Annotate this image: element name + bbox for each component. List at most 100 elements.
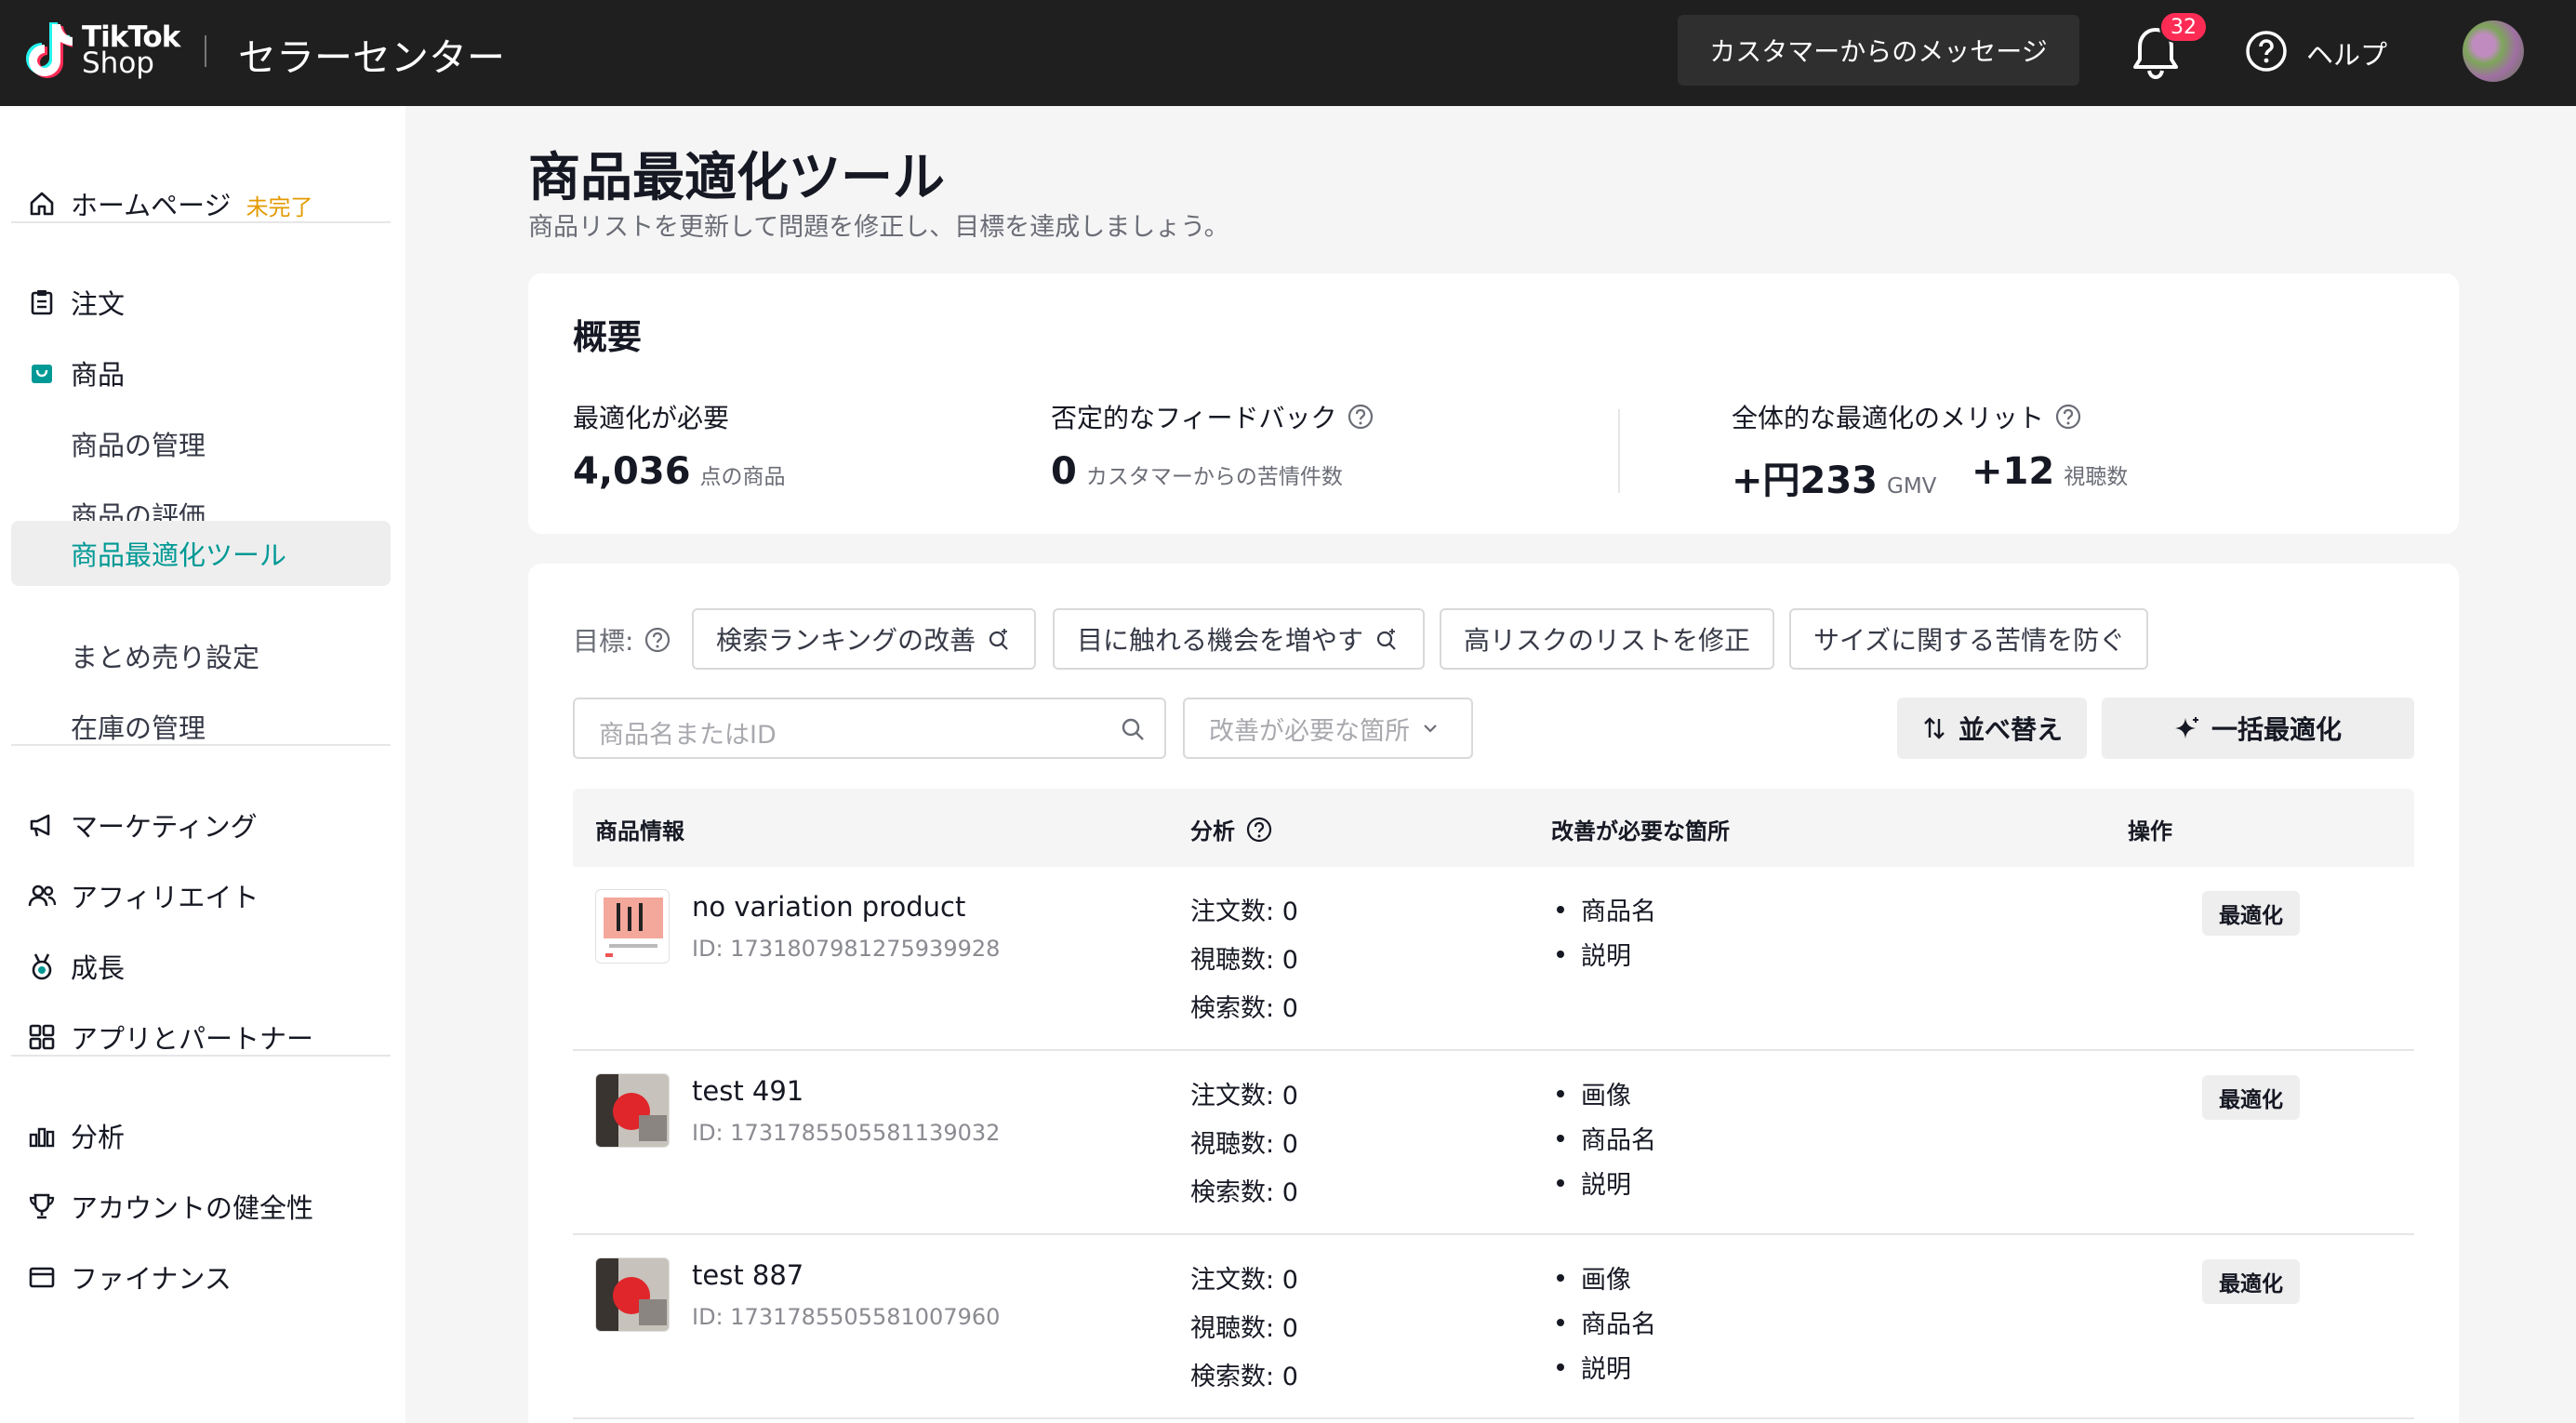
clipboard-icon bbox=[31, 290, 53, 315]
product-name[interactable]: no variation product bbox=[692, 891, 965, 923]
product-thumbnail[interactable] bbox=[595, 1257, 670, 1332]
sidebar-item-label: まとめ売り設定 bbox=[71, 642, 260, 673]
product-name[interactable]: test 887 bbox=[692, 1259, 803, 1291]
bulk-optimize-button[interactable]: 一括最適化 bbox=[2102, 698, 2414, 759]
home-icon bbox=[30, 192, 54, 216]
question-icon[interactable] bbox=[1348, 404, 1374, 430]
sidebar-item-home[interactable]: ホームページ 未完了 bbox=[11, 171, 391, 236]
sidebar-item-orders[interactable]: 注文 bbox=[11, 270, 391, 335]
people-icon bbox=[28, 884, 56, 907]
overview-divider bbox=[1618, 409, 1620, 493]
sidebar-item-account-health[interactable]: アカウントの健全性 bbox=[11, 1174, 391, 1239]
sidebar-item-analytics[interactable]: 分析 bbox=[11, 1103, 391, 1168]
customer-messages-button[interactable]: カスタマーからのメッセージ bbox=[1678, 15, 2079, 86]
views-benefit-metric: +12 視聴数 bbox=[1972, 450, 2128, 493]
product-thumbnail[interactable] bbox=[595, 889, 670, 964]
issue-item: 説明 bbox=[1557, 1164, 1631, 1201]
header-divider bbox=[205, 35, 206, 67]
sparkle-icon bbox=[2174, 717, 2198, 738]
orders-stat: 注文数: 0 bbox=[1190, 1082, 1298, 1110]
negative-feedback-metric: 0 カスタマーからの苦情件数 bbox=[1051, 450, 1343, 493]
orders-stat: 注文数: 0 bbox=[1190, 1266, 1298, 1295]
sidebar-item-finance[interactable]: ファイナンス bbox=[11, 1244, 391, 1310]
sparkle-search-icon bbox=[989, 629, 1008, 650]
issue-item: 画像 bbox=[1557, 1075, 1631, 1111]
issue-item: 商品名 bbox=[1557, 1120, 1656, 1156]
goal-chip-search-ranking[interactable]: 検索ランキングの改善 bbox=[692, 608, 1036, 670]
column-header-actions: 操作 bbox=[2128, 818, 2172, 844]
negative-feedback-label: 否定的なフィードバック bbox=[1051, 398, 1374, 435]
sidebar-item-label: 商品最適化ツール bbox=[71, 539, 287, 571]
searches-stat: 検索数: 0 bbox=[1190, 1363, 1298, 1391]
overall-benefit-label: 全体的な最適化のメリット bbox=[1732, 398, 2081, 435]
metric-value: 4,036 bbox=[573, 450, 691, 493]
sidebar-item-label: 成長 bbox=[71, 952, 126, 984]
sidebar-item-product-optimizer[interactable]: 商品最適化ツール bbox=[11, 521, 391, 586]
sidebar-item-apps-partners[interactable]: アプリとパートナー bbox=[11, 1004, 391, 1070]
overview-card: 概要 最適化が必要 4,036 点の商品 否定的なフィードバック 0 カスタマー… bbox=[528, 273, 2459, 534]
shopping-bag-icon bbox=[32, 365, 52, 383]
sidebar-item-label: ホームページ bbox=[71, 190, 232, 221]
sidebar-item-inventory[interactable]: 在庫の管理 bbox=[11, 694, 391, 759]
views-stat: 視聴数: 0 bbox=[1190, 946, 1298, 975]
sort-icon bbox=[1924, 717, 1945, 739]
tiktok-note-icon bbox=[26, 22, 73, 78]
sidebar-item-marketing[interactable]: マーケティング bbox=[11, 792, 391, 858]
searches-stat: 検索数: 0 bbox=[1190, 994, 1298, 1023]
help-link[interactable]: ヘルプ bbox=[2306, 33, 2387, 73]
sort-button[interactable]: 並べ替え bbox=[1897, 698, 2087, 759]
metric-value: 0 bbox=[1051, 450, 1077, 493]
page-subtitle: 商品リストを更新して問題を修正し、目標を達成しましょう。 bbox=[528, 213, 1229, 242]
goal-chip-high-risk[interactable]: 高リスクのリストを修正 bbox=[1440, 608, 1774, 670]
sidebar-item-affiliate[interactable]: アフィリエイト bbox=[11, 863, 391, 928]
question-icon[interactable] bbox=[644, 627, 671, 653]
views-stat: 視聴数: 0 bbox=[1190, 1130, 1298, 1159]
user-avatar[interactable] bbox=[2463, 20, 2524, 82]
sidebar-item-bundle-settings[interactable]: まとめ売り設定 bbox=[11, 623, 391, 688]
needs-optimization-label: 最適化が必要 bbox=[573, 403, 730, 433]
tiktok-shop-logo[interactable]: TikTok Shop bbox=[24, 19, 180, 82]
sidebar-item-label: アプリとパートナー bbox=[71, 1023, 314, 1055]
goal-chip-size-complaints[interactable]: サイズに関する苦情を防ぐ bbox=[1789, 608, 2148, 670]
gmv-benefit-metric: +円233 GMV bbox=[1732, 450, 1936, 504]
metric-unit: カスタマーからの苦情件数 bbox=[1085, 465, 1343, 489]
metric-unit: GMV bbox=[1887, 474, 1937, 499]
question-icon[interactable] bbox=[1246, 817, 1272, 843]
product-search-input[interactable]: 商品名またはID bbox=[573, 698, 1166, 759]
search-placeholder: 商品名またはID bbox=[599, 721, 777, 750]
product-id: ID: 1731785505581139032 bbox=[692, 1120, 1001, 1146]
sidebar-item-label: 商品の管理 bbox=[71, 430, 206, 461]
issue-filter-dropdown[interactable]: 改善が必要な箇所 bbox=[1183, 698, 1473, 759]
sidebar-item-products[interactable]: 商品 bbox=[11, 340, 391, 406]
help-circle-icon[interactable] bbox=[2245, 30, 2288, 73]
product-list-card: 目標: 検索ランキングの改善 目に触れる機会を増やす 高リスクのリストを修正 サ… bbox=[528, 564, 2459, 1423]
needs-optimization-metric: 4,036 点の商品 bbox=[573, 450, 786, 493]
search-icon[interactable] bbox=[1120, 716, 1146, 742]
question-icon[interactable] bbox=[2055, 404, 2081, 430]
apps-icon bbox=[29, 1024, 55, 1050]
metric-unit: 点の商品 bbox=[699, 465, 786, 489]
sidebar-divider bbox=[11, 744, 391, 746]
issue-item: 画像 bbox=[1557, 1259, 1631, 1296]
optimize-button[interactable]: 最適化 bbox=[2202, 891, 2300, 936]
notification-badge: 32 bbox=[2159, 11, 2208, 43]
issue-item: 説明 bbox=[1557, 936, 1631, 972]
sidebar-divider bbox=[11, 1055, 391, 1057]
goal-chip-visibility[interactable]: 目に触れる機会を増やす bbox=[1053, 608, 1425, 670]
table-row: test 887 ID: 1731785505581007960 注文数: 0 … bbox=[573, 1235, 2414, 1419]
sidebar-item-growth[interactable]: 成長 bbox=[11, 934, 391, 999]
sidebar-item-label: ファイナンス bbox=[71, 1263, 232, 1295]
sidebar-item-product-management[interactable]: 商品の管理 bbox=[11, 411, 391, 476]
issue-item: 商品名 bbox=[1557, 891, 1656, 927]
orders-stat: 注文数: 0 bbox=[1190, 898, 1298, 926]
wallet-icon bbox=[29, 1267, 55, 1288]
issue-item: 商品名 bbox=[1557, 1304, 1656, 1340]
megaphone-icon bbox=[30, 814, 50, 837]
optimize-button[interactable]: 最適化 bbox=[2202, 1075, 2300, 1120]
product-thumbnail[interactable] bbox=[595, 1073, 670, 1148]
product-name[interactable]: test 491 bbox=[692, 1075, 803, 1107]
seller-center-title: セラーセンター bbox=[238, 35, 505, 80]
metric-unit: 視聴数 bbox=[2064, 465, 2129, 489]
searches-stat: 検索数: 0 bbox=[1190, 1178, 1298, 1207]
optimize-button[interactable]: 最適化 bbox=[2202, 1259, 2300, 1304]
